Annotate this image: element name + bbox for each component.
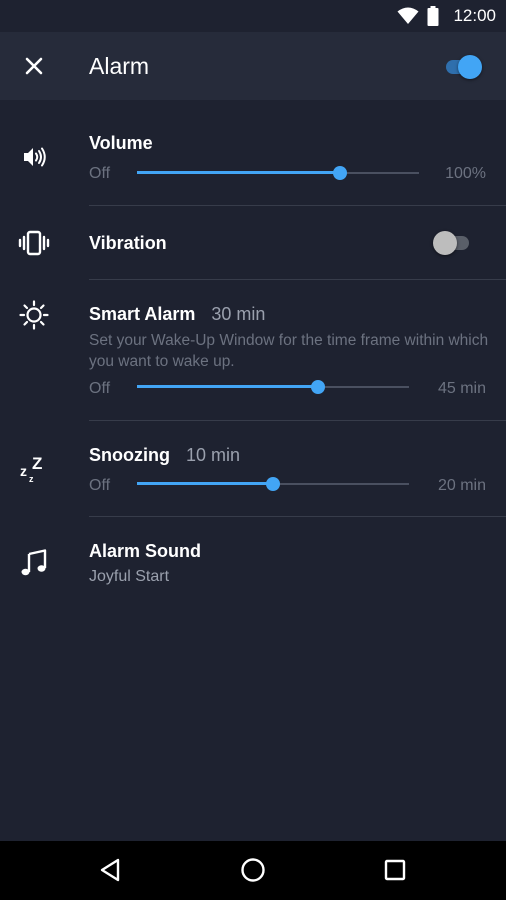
smart-alarm-slider[interactable] <box>137 377 409 397</box>
back-button[interactable] <box>95 854 127 886</box>
svg-text:Z: Z <box>32 454 42 473</box>
status-time: 12:00 <box>453 6 496 25</box>
home-button[interactable] <box>237 854 269 886</box>
sun-icon <box>18 299 50 331</box>
volume-icon <box>18 141 50 173</box>
close-icon <box>25 57 43 75</box>
smart-alarm-max-label: 45 min <box>437 380 486 397</box>
snoozing-min-label: Off <box>89 477 111 494</box>
home-circle-icon <box>241 858 265 882</box>
divider <box>89 516 506 517</box>
back-triangle-icon <box>100 858 120 882</box>
smart-alarm-value: 30 min <box>211 304 266 324</box>
snooze-zzz-icon: z Z z <box>18 452 50 484</box>
vibration-icon <box>18 227 50 259</box>
music-note-icon <box>18 547 50 579</box>
toggle-thumb <box>433 231 457 255</box>
slider-fill <box>137 385 319 388</box>
snoozing-label: Snoozing <box>89 445 170 465</box>
snoozing-max-label: 20 min <box>437 477 486 494</box>
smart-alarm-label: Smart Alarm <box>89 304 196 324</box>
navigation-bar <box>0 841 506 900</box>
volume-title: Volume <box>89 133 153 153</box>
divider <box>89 279 506 280</box>
slider-fill <box>137 482 273 485</box>
alarm-enabled-toggle[interactable] <box>442 54 482 79</box>
battery-icon <box>427 6 439 26</box>
recents-square-icon <box>384 859 406 881</box>
slider-knob[interactable] <box>333 166 348 180</box>
volume-max-label: 100% <box>445 165 486 182</box>
close-button[interactable] <box>22 54 46 78</box>
vibration-toggle[interactable] <box>433 230 473 255</box>
slider-fill <box>137 171 341 174</box>
smart-alarm-description: Set your Wake-Up Window for the time fra… <box>89 332 489 370</box>
app-bar: Alarm <box>0 32 506 100</box>
page-title: Alarm <box>89 53 150 79</box>
snoozing-slider[interactable] <box>137 474 409 494</box>
wifi-icon <box>397 7 419 24</box>
recents-button[interactable] <box>379 854 411 886</box>
divider <box>89 420 506 421</box>
svg-text:z: z <box>29 474 34 484</box>
alarm-sound-value[interactable]: Joyful Start <box>89 568 169 586</box>
alarm-sound-title[interactable]: Alarm Sound <box>89 541 201 562</box>
divider <box>89 205 506 206</box>
svg-text:z: z <box>20 463 27 479</box>
slider-knob[interactable] <box>311 380 326 394</box>
volume-min-label: Off <box>89 165 111 182</box>
slider-knob[interactable] <box>266 477 280 491</box>
volume-slider[interactable] <box>137 163 419 183</box>
vibration-title: Vibration <box>89 233 167 253</box>
snoozing-title: Snoozing 10 min <box>89 445 240 466</box>
smart-alarm-title: Smart Alarm 30 min <box>89 304 265 325</box>
smart-alarm-min-label: Off <box>89 380 111 397</box>
alarm-settings-screen: 12:00 Alarm Volume Off 100% Vibration Sm… <box>0 0 506 900</box>
toggle-thumb <box>458 55 482 79</box>
snoozing-value: 10 min <box>185 445 241 465</box>
status-bar: 12:00 <box>0 0 506 32</box>
